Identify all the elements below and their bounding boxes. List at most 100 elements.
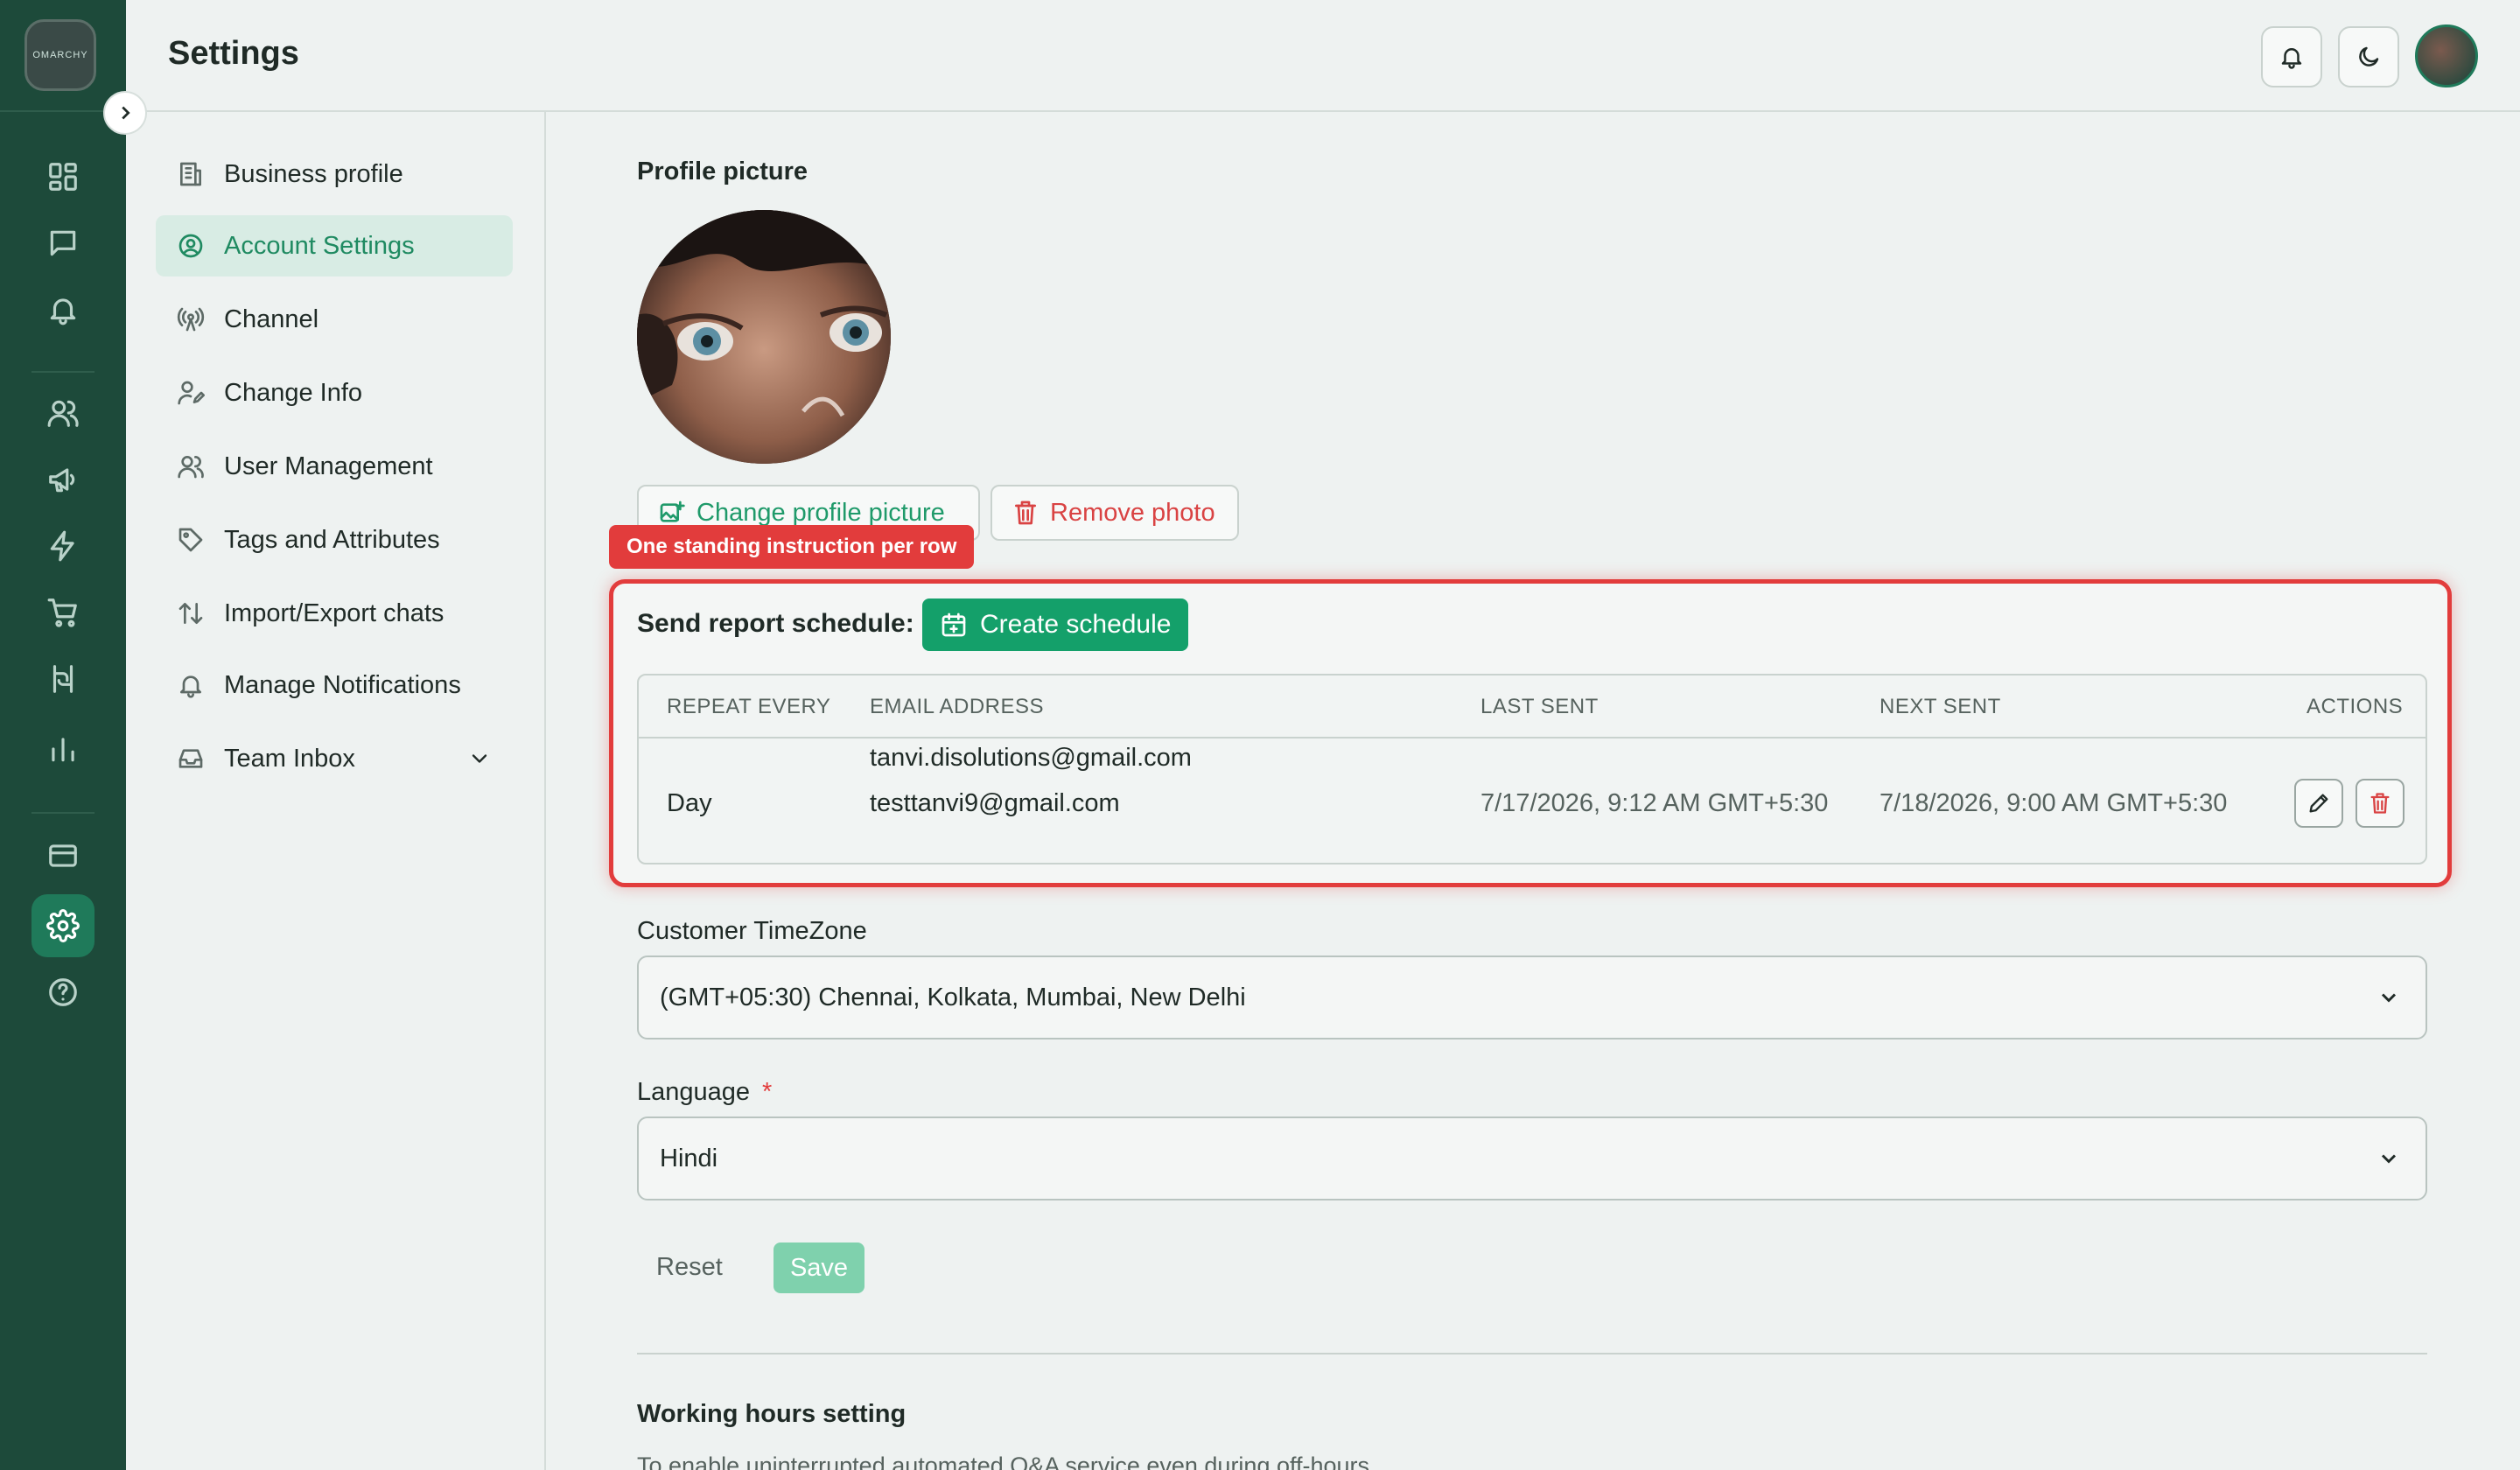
help-icon[interactable] <box>32 961 94 1024</box>
sidebar-item-label: Tags and Attributes <box>224 525 440 554</box>
tag-icon <box>178 528 203 552</box>
calendar-plus-icon <box>942 612 966 637</box>
column-repeat-every: REPEAT EVERY <box>667 695 831 718</box>
sidebar-item-label: Team Inbox <box>224 744 355 773</box>
sidebar-item-import-export[interactable]: Import/Export chats <box>156 583 513 644</box>
users-icon <box>178 456 204 479</box>
trash-icon <box>2370 793 2390 814</box>
theme-toggle-button[interactable] <box>2338 26 2399 88</box>
delete-schedule-button[interactable] <box>2356 779 2404 828</box>
expand-sidebar-button[interactable] <box>103 91 147 135</box>
change-profile-picture-label: Change profile picture <box>696 498 945 527</box>
sidebar-item-team-inbox[interactable]: Team Inbox <box>156 728 513 789</box>
next-sent-cell: 7/18/2026, 9:00 AM GMT+5:30 <box>1880 789 2228 817</box>
user-circle-icon <box>178 234 203 258</box>
remove-photo-label: Remove photo <box>1050 498 1215 527</box>
cart-icon[interactable] <box>32 581 94 644</box>
settings-sidebar: Business profile Account Settings Channe… <box>126 112 546 1470</box>
sidebar-item-channel[interactable]: Channel <box>156 289 513 350</box>
trash-icon <box>1015 500 1036 525</box>
email-cell-secondary: testtanvi9@gmail.com <box>870 789 1120 817</box>
chart-icon[interactable] <box>32 718 94 780</box>
sidebar-item-change-info[interactable]: Change Info <box>156 362 513 424</box>
notifications-button[interactable] <box>2261 26 2322 88</box>
dashboard-icon[interactable] <box>32 145 94 208</box>
icon-rail: OMARCHY <box>0 0 126 1470</box>
timezone-select[interactable]: (GMT+05:30) Chennai, Kolkata, Mumbai, Ne… <box>637 956 2427 1040</box>
required-mark: * <box>762 1078 773 1106</box>
column-email-address: EMAIL ADDRESS <box>870 695 1045 718</box>
chevron-down-icon <box>2381 1154 2397 1164</box>
column-last-sent: LAST SENT <box>1480 695 1599 718</box>
flow-icon[interactable] <box>32 648 94 710</box>
moon-icon <box>2359 46 2379 66</box>
bell-icon <box>180 676 201 698</box>
language-label-text: Language <box>637 1078 751 1106</box>
user-edit-icon <box>178 381 205 405</box>
profile-photo-image <box>637 210 891 464</box>
chevron-right-icon <box>122 106 130 120</box>
gear-icon[interactable] <box>32 894 94 957</box>
remove-photo-button[interactable]: Remove photo <box>990 485 1239 541</box>
language-value: Hindi <box>660 1144 718 1172</box>
sidebar-item-account-settings[interactable]: Account Settings <box>156 215 513 276</box>
pencil-icon <box>2309 794 2328 813</box>
chevron-down-icon <box>2381 993 2397 1003</box>
annotation-tag: One standing instruction per row <box>609 525 975 569</box>
send-report-schedule-label: Send report schedule: <box>637 609 914 638</box>
bell-icon[interactable] <box>32 278 94 341</box>
megaphone-icon[interactable] <box>32 448 94 511</box>
bolt-icon[interactable] <box>32 514 94 578</box>
timezone-value: (GMT+05:30) Chennai, Kolkata, Mumbai, Ne… <box>660 983 1246 1012</box>
working-hours-title: Working hours setting <box>637 1400 906 1428</box>
sidebar-item-user-management[interactable]: User Management <box>156 436 513 497</box>
column-actions: ACTIONS <box>2306 695 2404 718</box>
timezone-label: Customer TimeZone <box>637 917 867 945</box>
reset-button[interactable]: Reset <box>656 1253 723 1282</box>
sidebar-item-label: User Management <box>224 452 433 480</box>
save-button[interactable]: Save <box>774 1242 864 1293</box>
users-icon[interactable] <box>32 382 94 444</box>
sidebar-item-tags-attributes[interactable]: Tags and Attributes <box>156 509 513 570</box>
working-hours-description: To enable uninterrupted automated Q&A se… <box>637 1452 1370 1470</box>
logo-text: OMARCHY <box>32 50 88 60</box>
sidebar-item-label: Account Settings <box>224 231 415 260</box>
profile-picture-title: Profile picture <box>637 158 808 186</box>
sidebar-item-label: Business profile <box>224 159 403 188</box>
create-schedule-label: Create schedule <box>980 610 1172 639</box>
edit-schedule-button[interactable] <box>2294 779 2343 828</box>
section-divider <box>637 1353 2427 1354</box>
chat-icon[interactable] <box>32 212 94 275</box>
card-icon[interactable] <box>32 824 94 887</box>
main-content: Profile picture Change profile picture R… <box>548 114 2520 1470</box>
language-select[interactable]: Hindi <box>637 1116 2427 1200</box>
sidebar-item-label: Manage Notifications <box>224 670 461 699</box>
top-header: Settings <box>126 0 2520 112</box>
profile-picture <box>637 210 891 464</box>
inbox-icon <box>178 749 203 768</box>
sidebar-item-label: Import/Export chats <box>224 598 444 627</box>
sidebar-item-manage-notifications[interactable]: Manage Notifications <box>156 654 513 716</box>
rail-separator <box>32 371 94 373</box>
page-title: Settings <box>168 35 299 72</box>
bell-icon <box>2281 48 2302 69</box>
table-header: REPEAT EVERY EMAIL ADDRESS LAST SENT NEX… <box>639 676 2426 738</box>
email-cell-primary: tanvi.disolutions@gmail.com <box>870 744 1192 772</box>
last-sent-cell: 7/17/2026, 9:12 AM GMT+5:30 <box>1480 789 1829 817</box>
repeat-cell: Day <box>667 789 712 817</box>
app-logo[interactable]: OMARCHY <box>24 19 96 91</box>
antenna-icon <box>177 307 205 332</box>
rail-separator <box>32 812 94 814</box>
arrows-updown-icon <box>178 603 203 624</box>
schedule-table: REPEAT EVERY EMAIL ADDRESS LAST SENT NEX… <box>637 674 2427 864</box>
sidebar-item-business-profile[interactable]: Business profile <box>156 144 513 205</box>
language-label: Language * <box>637 1078 772 1107</box>
create-schedule-button[interactable]: Create schedule <box>922 598 1189 651</box>
building-icon <box>180 162 201 186</box>
sidebar-item-label: Channel <box>224 304 319 333</box>
sidebar-item-label: Change Info <box>224 378 363 407</box>
avatar[interactable] <box>2415 24 2478 88</box>
column-next-sent: NEXT SENT <box>1880 695 2001 718</box>
chevron-down-icon[interactable] <box>467 746 492 771</box>
image-plus-icon <box>660 500 685 522</box>
